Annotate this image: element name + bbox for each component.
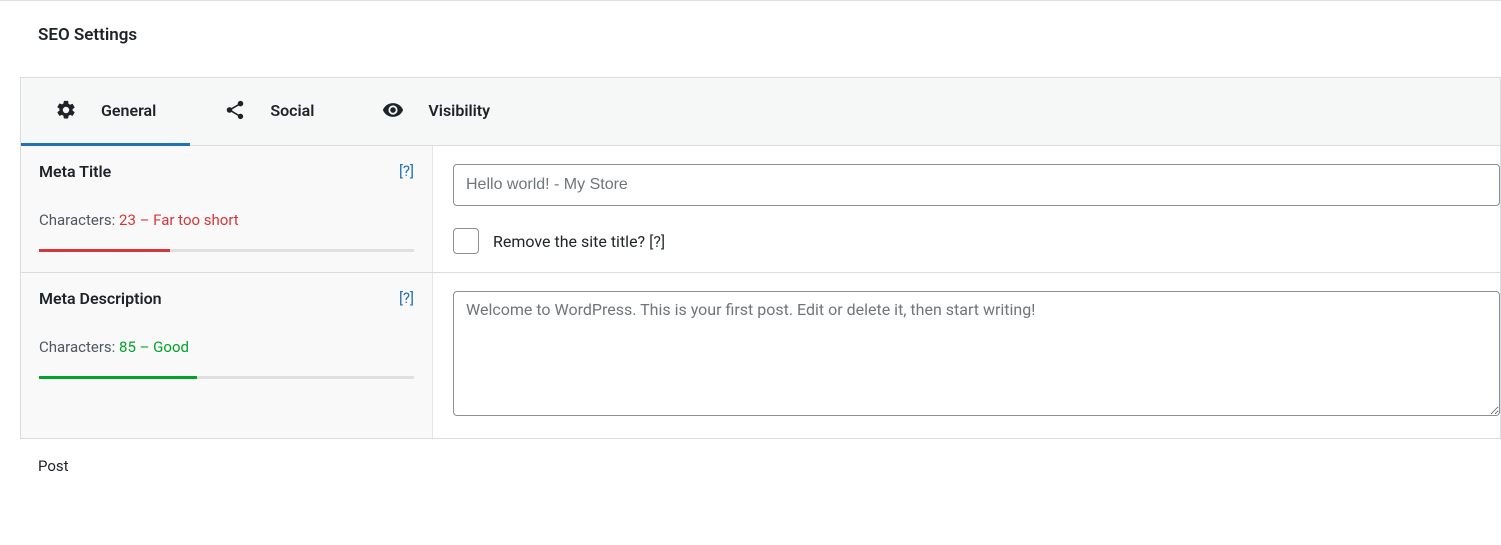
meta-description-help[interactable]: [?] [399, 289, 414, 307]
tab-general[interactable]: General [21, 78, 190, 146]
meta-title-progress-fill [39, 249, 170, 252]
tab-nav: General Social Visibility [21, 78, 1500, 146]
remove-site-title-help[interactable]: [?] [649, 232, 665, 251]
tab-visibility[interactable]: Visibility [348, 78, 524, 146]
footer-meta-title: Post [38, 457, 1501, 475]
meta-title-input-cell: Remove the site title? [?] [433, 146, 1500, 272]
meta-description-characters: Characters: 85 – Good [39, 338, 414, 356]
field-row-meta-description: Meta Description [?] Characters: 85 – Go… [21, 273, 1500, 438]
meta-description-progress [39, 376, 414, 379]
page-title: SEO Settings [0, 1, 1501, 45]
tab-social[interactable]: Social [190, 78, 348, 146]
eye-icon [382, 99, 404, 121]
remove-site-title-checkbox[interactable] [453, 228, 479, 254]
meta-description-input-cell [433, 273, 1500, 438]
meta-title-label-cell: Meta Title [?] Characters: 23 – Far too … [21, 146, 433, 272]
characters-prefix: Characters: [39, 338, 119, 356]
tab-visibility-label: Visibility [428, 101, 490, 120]
remove-site-title-label[interactable]: Remove the site title? [493, 232, 645, 251]
meta-title-input[interactable] [453, 164, 1500, 206]
remove-site-title-row: Remove the site title? [?] [453, 228, 1500, 254]
meta-description-input[interactable] [453, 291, 1500, 416]
seo-meta-box: General Social Visibility Meta Title [?]… [20, 77, 1501, 439]
meta-description-progress-fill [39, 376, 197, 379]
share-icon [224, 99, 246, 121]
meta-title-count: 23 – Far too short [119, 211, 239, 229]
meta-title-progress [39, 249, 414, 252]
meta-title-label: Meta Title [39, 162, 111, 181]
gear-icon [55, 99, 77, 121]
meta-title-characters: Characters: 23 – Far too short [39, 211, 414, 229]
meta-description-label-cell: Meta Description [?] Characters: 85 – Go… [21, 273, 433, 438]
tab-social-label: Social [270, 101, 314, 120]
tab-general-label: General [101, 101, 156, 120]
meta-title-help[interactable]: [?] [399, 162, 414, 180]
meta-description-count: 85 – Good [119, 338, 189, 356]
field-row-meta-title: Meta Title [?] Characters: 23 – Far too … [21, 146, 1500, 273]
meta-description-label: Meta Description [39, 289, 162, 308]
characters-prefix: Characters: [39, 211, 119, 229]
